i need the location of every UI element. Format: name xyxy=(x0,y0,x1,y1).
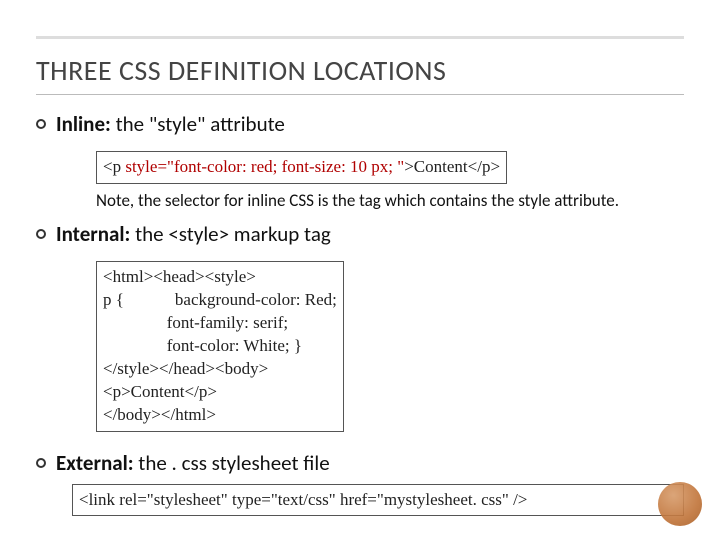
top-divider xyxy=(36,36,684,39)
bullet-desc: the . css stylesheet file xyxy=(138,450,329,476)
bullet-label: External: xyxy=(56,450,134,476)
title-underline xyxy=(36,94,684,95)
bullet-inline: Inline: the "style" attribute xyxy=(36,111,684,137)
bullet-icon xyxy=(36,458,46,468)
bullet-text: External: the . css stylesheet file xyxy=(56,450,330,476)
bullet-text: Inline: the "style" attribute xyxy=(56,111,285,137)
note-inline: Note, the selector for inline CSS is the… xyxy=(96,190,684,211)
bullet-label: Internal: xyxy=(56,221,130,247)
bullet-internal: Internal: the <style> markup tag xyxy=(36,221,684,247)
code-box-internal: <html><head><style> p { background-color… xyxy=(96,261,344,432)
code-post: >Content</p> xyxy=(404,157,500,176)
page-title: THREE CSS DEFINITION LOCATIONS xyxy=(36,53,684,88)
bullet-icon xyxy=(36,229,46,239)
bullet-desc: the <style> markup tag xyxy=(135,221,331,247)
code-box-external: <link rel="stylesheet" type="text/css" h… xyxy=(72,484,684,517)
bullet-text: Internal: the <style> markup tag xyxy=(56,221,331,247)
bullet-desc: the "style" attribute xyxy=(116,111,285,137)
corner-decoration xyxy=(658,482,702,526)
bullet-external: External: the . css stylesheet file xyxy=(36,450,684,476)
bullet-icon xyxy=(36,119,46,129)
code-box-inline: <p style="font-color: red; font-size: 10… xyxy=(96,151,507,184)
slide: THREE CSS DEFINITION LOCATIONS Inline: t… xyxy=(0,0,720,540)
code-pre: <p xyxy=(103,157,125,176)
code-red: style="font-color: red; font-size: 10 px… xyxy=(125,157,404,176)
bullet-label: Inline: xyxy=(56,111,111,137)
